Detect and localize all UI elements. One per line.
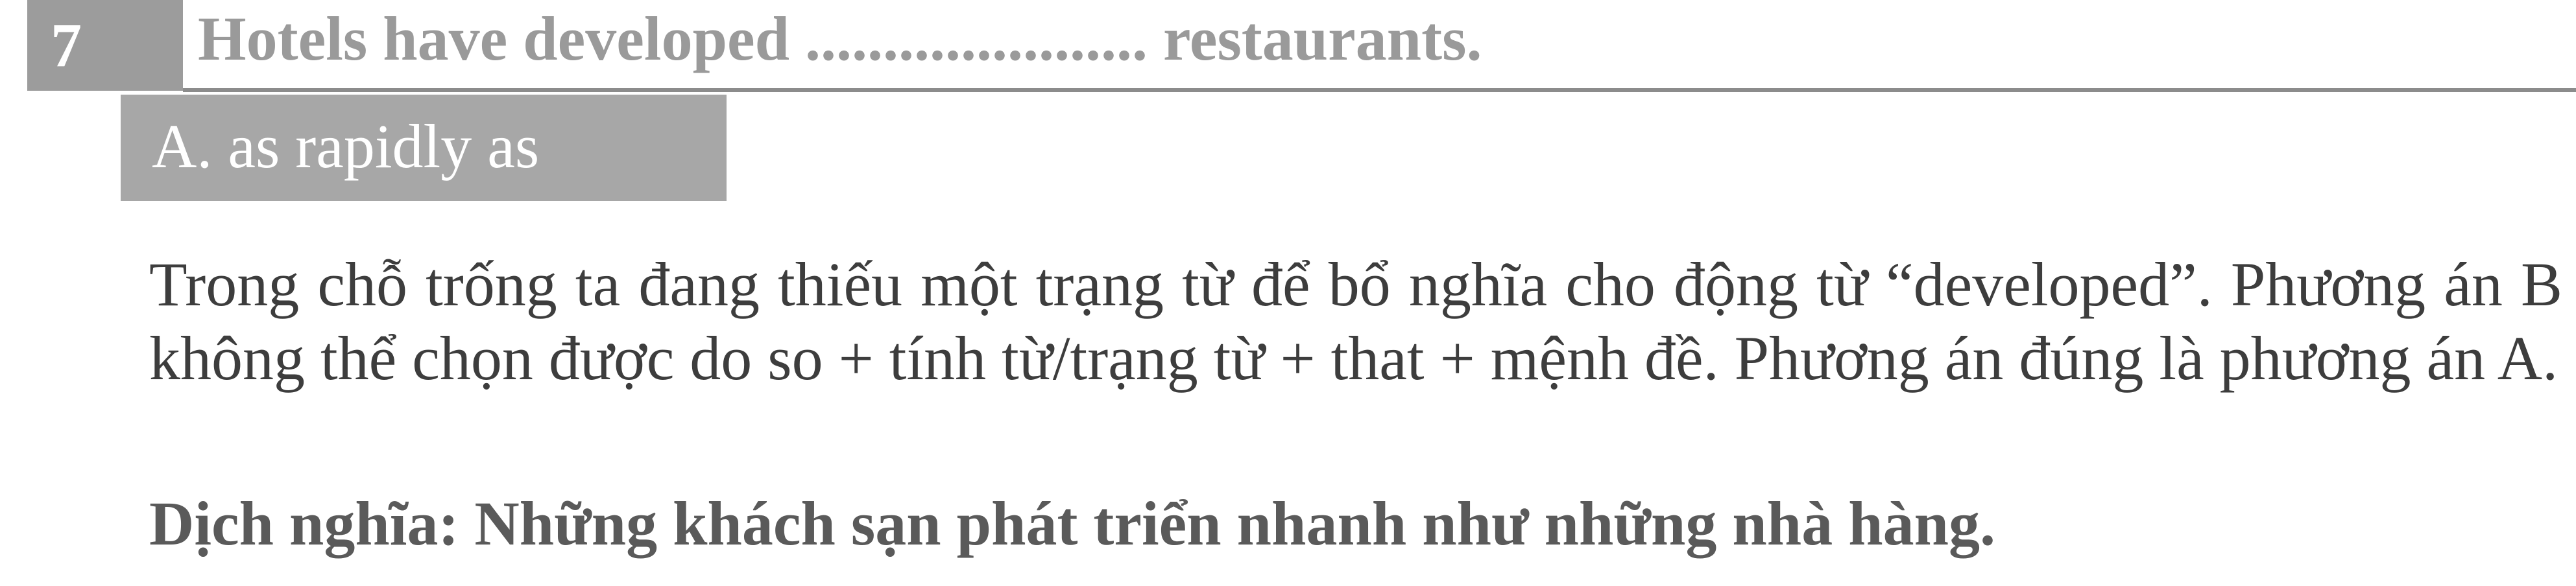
translation-line: Dịch nghĩa: Những khách sạn phát triển n… [149,489,1995,558]
answer-banner: A. as rapidly as [121,95,727,201]
question-text: Hotels have developed ..................… [198,4,1482,73]
question-number-badge: 7 [27,0,186,91]
answer-label: A. as rapidly as [152,111,540,181]
question-number: 7 [51,10,82,80]
header-divider [183,88,2576,92]
explanation-paragraph: Trong chỗ trống ta đang thiếu một trạng … [149,250,2562,393]
